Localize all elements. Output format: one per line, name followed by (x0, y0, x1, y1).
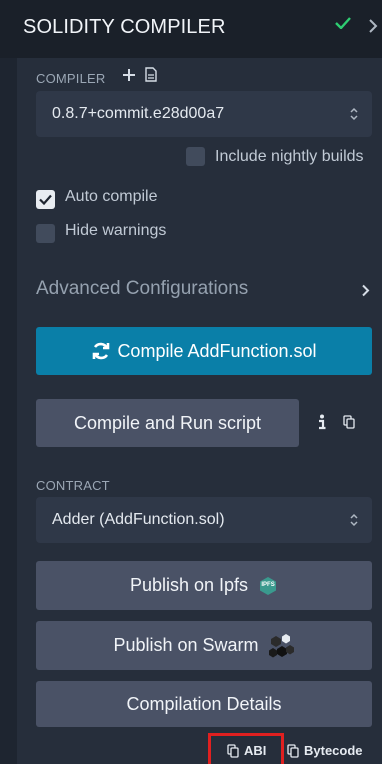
compile-and-run-button[interactable]: Compile and Run script (36, 399, 299, 447)
ipfs-badge-text: IPFS (261, 581, 275, 588)
panel-title: SOLIDITY COMPILER (23, 16, 226, 38)
info-icon[interactable] (317, 414, 327, 431)
copy-icon (287, 743, 299, 758)
auto-compile-checkbox[interactable] (36, 190, 55, 209)
publish-swarm-button[interactable]: Publish on Swarm (36, 621, 372, 670)
publish-ipfs-label: Publish on Ipfs (129, 575, 249, 595)
contract-select-value: Adder (AddFunction.sol) (52, 511, 225, 528)
compiler-version-select[interactable]: 0.8.7+commit.e28d00a7 (36, 91, 372, 137)
chevron-right-icon[interactable] (368, 18, 378, 34)
refresh-icon (93, 342, 110, 360)
copy-icon[interactable] (343, 415, 355, 429)
compilation-details-button[interactable]: Compilation Details (36, 681, 372, 727)
compile-button-label: Compile AddFunction.sol (117, 340, 317, 361)
swarm-icon (268, 633, 294, 657)
bytecode-label: Bytecode (304, 743, 363, 758)
file-icon[interactable] (145, 67, 157, 82)
panel-header: SOLIDITY COMPILER (0, 0, 382, 58)
compiler-version-value: 0.8.7+commit.e28d00a7 (52, 105, 225, 122)
chevron-right-icon[interactable] (361, 284, 370, 297)
contract-select[interactable]: Adder (AddFunction.sol) (36, 497, 372, 543)
advanced-configurations-toggle[interactable]: Advanced Configurations (36, 278, 248, 300)
publish-ipfs-button[interactable]: Publish on Ipfs IPFS (36, 561, 372, 610)
plus-icon[interactable] (122, 68, 136, 82)
ipfs-icon: IPFS (258, 576, 278, 596)
abi-label: ABI (244, 743, 267, 758)
compiler-label: COMPILER (36, 71, 106, 86)
check-icon (335, 17, 351, 29)
copy-icon (227, 743, 239, 758)
publish-swarm-label: Publish on Swarm (113, 635, 259, 655)
hide-warnings-checkbox[interactable] (36, 224, 55, 243)
compilation-details-label: Compilation Details (126, 693, 282, 714)
select-arrows-icon (350, 107, 358, 121)
include-nightly-label: Include nightly builds (215, 148, 364, 165)
auto-compile-label: Auto compile (65, 188, 158, 205)
copy-abi-button[interactable]: ABI (227, 743, 266, 758)
checkmark-icon (39, 194, 52, 205)
compile-button[interactable]: Compile AddFunction.sol (36, 327, 372, 375)
include-nightly-checkbox[interactable] (186, 147, 205, 166)
hide-warnings-label: Hide warnings (65, 222, 167, 239)
contract-label: CONTRACT (36, 478, 110, 493)
compile-and-run-label: Compile and Run script (73, 412, 262, 433)
select-arrows-icon (350, 513, 358, 527)
copy-bytecode-button[interactable]: Bytecode (287, 743, 363, 758)
